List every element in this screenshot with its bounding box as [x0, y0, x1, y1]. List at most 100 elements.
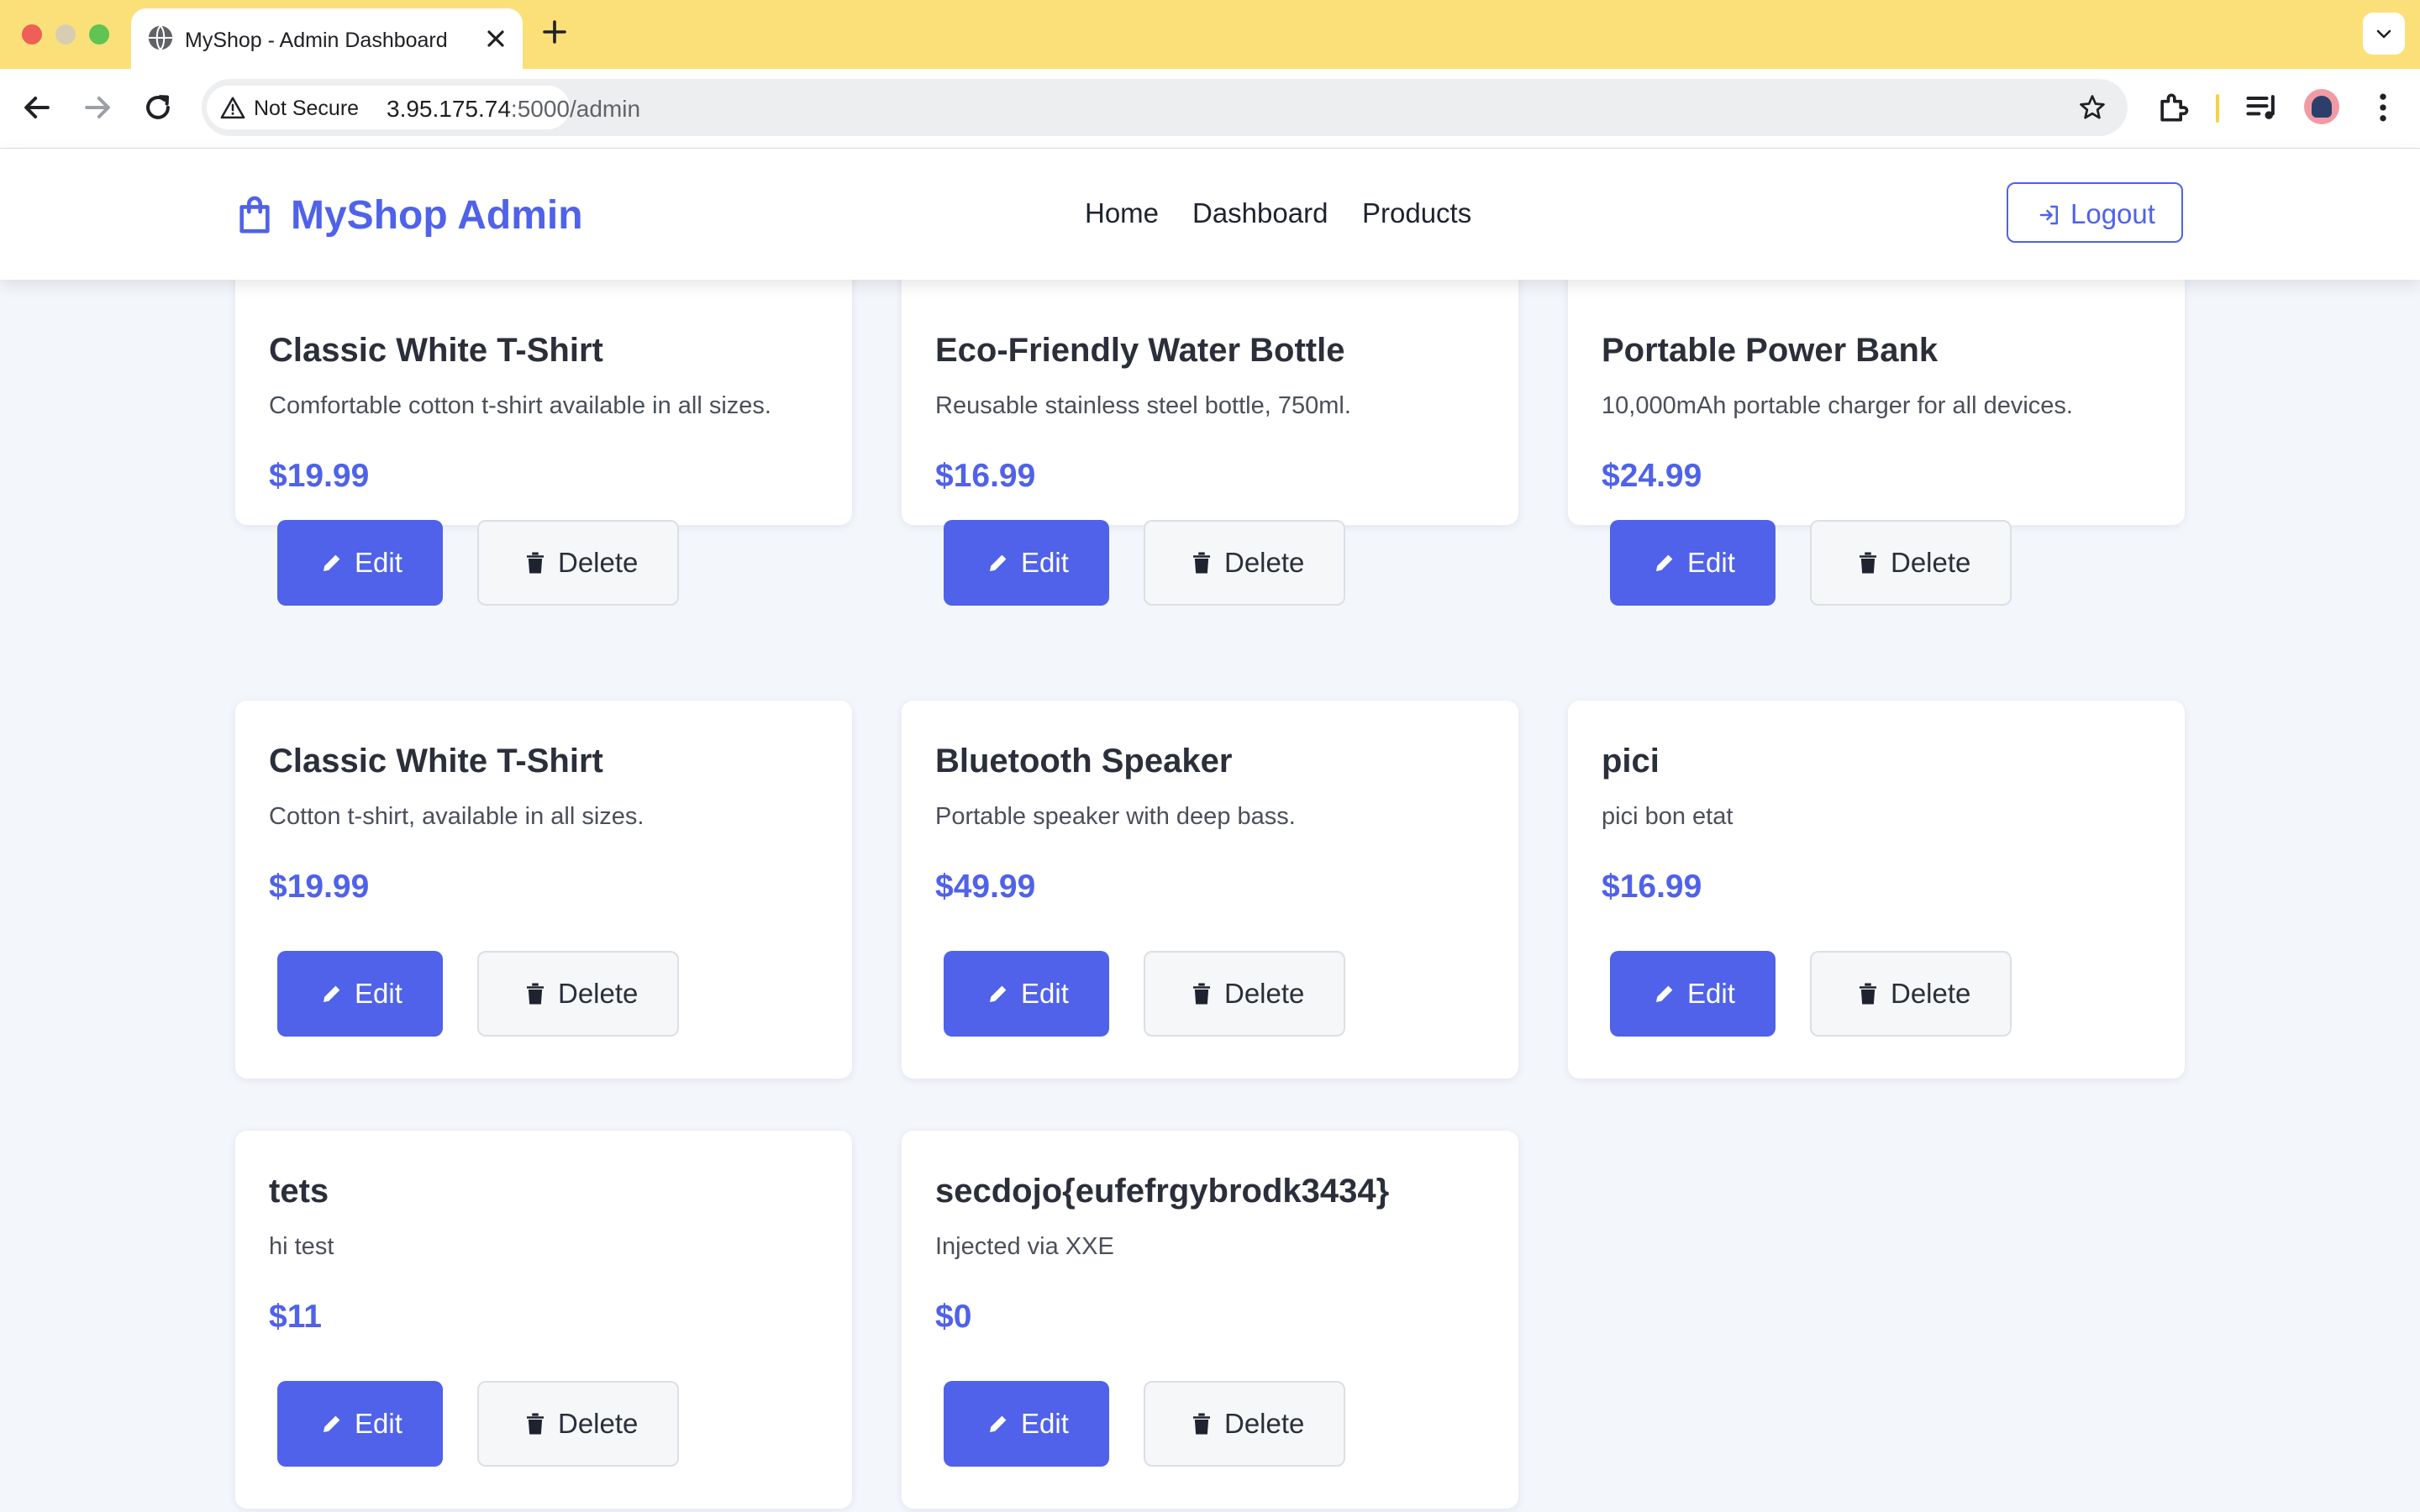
address-bar[interactable]: Not Secure 3.95.175.74:5000/admin [202, 79, 2128, 136]
edit-label: Edit [1687, 547, 1735, 578]
delete-label: Delete [1224, 978, 1305, 1009]
window-close-control[interactable] [22, 24, 42, 45]
product-price: $16.99 [1602, 869, 1702, 905]
delete-button[interactable]: Delete [477, 951, 679, 1037]
edit-button[interactable]: Edit [944, 1381, 1109, 1467]
product-name: Bluetooth Speaker [935, 743, 1233, 780]
edit-label: Edit [1021, 547, 1069, 578]
shopping-bag-icon [239, 196, 270, 234]
pencil-icon [324, 554, 340, 571]
star-icon[interactable] [2077, 92, 2107, 123]
trash-icon [1193, 983, 1210, 1005]
close-icon[interactable] [482, 25, 509, 52]
tab-title: MyShop - Admin Dashboard [185, 29, 448, 52]
delete-button[interactable]: Delete [1810, 951, 2012, 1037]
product-name: Classic White T-Shirt [269, 743, 603, 780]
trash-icon [1860, 552, 1876, 574]
forward-icon[interactable] [79, 89, 116, 126]
delete-button[interactable]: Delete [1144, 1381, 1345, 1467]
back-icon[interactable] [18, 89, 55, 126]
app-header: MyShop Admin Home Dashboard Products Log… [0, 149, 2420, 280]
delete-button[interactable]: Delete [1144, 520, 1345, 606]
brand-name: MyShop Admin [291, 193, 583, 238]
edit-button[interactable]: Edit [944, 520, 1109, 606]
logout-button[interactable]: Logout [2007, 182, 2183, 243]
pencil-icon [1656, 554, 1673, 571]
browser-tab-strip: MyShop - Admin Dashboard [0, 0, 2420, 69]
nav-home[interactable]: Home [1085, 197, 1159, 229]
delete-label: Delete [1224, 547, 1305, 578]
product-description: Injected via XXE [935, 1233, 1114, 1260]
product-card: pici pici bon etat $16.99 Edit Delete [1568, 701, 2185, 1079]
delete-button[interactable]: Delete [477, 1381, 679, 1467]
product-price: $11 [269, 1299, 322, 1335]
edit-button[interactable]: Edit [1610, 520, 1776, 606]
product-name: Portable Power Bank [1602, 332, 1939, 369]
plus-icon[interactable] [539, 17, 570, 47]
trash-icon [527, 552, 544, 574]
product-grid: Classic White T-Shirt Comfortable cotton… [0, 280, 2420, 1512]
product-description: Cotton t-shirt, available in all sizes. [269, 803, 644, 830]
browser-tab-active[interactable]: MyShop - Admin Dashboard [131, 8, 523, 69]
extensions-icon[interactable] [2154, 89, 2191, 126]
product-description: Reusable stainless steel bottle, 750ml. [935, 392, 1351, 419]
delete-label: Delete [1891, 978, 1971, 1009]
delete-label: Delete [558, 1408, 639, 1439]
url-path: :5000/admin [510, 96, 641, 122]
edit-label: Edit [1021, 978, 1069, 1009]
url-text[interactable]: 3.95.175.74:5000/admin [387, 96, 640, 123]
delete-label: Delete [558, 978, 639, 1009]
security-chip-label: Not Secure [254, 97, 360, 120]
edit-button[interactable]: Edit [277, 951, 443, 1037]
nav-dashboard[interactable]: Dashboard [1192, 197, 1328, 229]
edit-button[interactable]: Edit [277, 520, 443, 606]
warning-icon [220, 97, 245, 119]
product-description: Portable speaker with deep bass. [935, 803, 1296, 830]
product-name: Classic White T-Shirt [269, 332, 603, 369]
trash-icon [527, 1413, 544, 1435]
delete-button[interactable]: Delete [1810, 520, 2012, 606]
delete-label: Delete [558, 547, 639, 578]
edit-button[interactable]: Edit [277, 1381, 443, 1467]
chevron-down-icon [2376, 29, 2391, 39]
url-host: 3.95.175.74 [387, 96, 511, 122]
product-name: secdojo{eufefrgybrodk3434} [935, 1173, 1390, 1210]
tab-search-button[interactable] [2363, 13, 2405, 55]
edit-label: Edit [355, 978, 402, 1009]
delete-button[interactable]: Delete [477, 520, 679, 606]
window-minimize-control[interactable] [55, 24, 76, 45]
profile-avatar[interactable] [2304, 89, 2339, 124]
pencil-icon [990, 1415, 1007, 1432]
trash-icon [1860, 983, 1876, 1005]
product-description: Comfortable cotton t-shirt available in … [269, 392, 771, 419]
product-price: $24.99 [1602, 458, 1702, 494]
nav-products[interactable]: Products [1362, 197, 1471, 229]
menu-icon[interactable] [2365, 89, 2402, 126]
trash-icon [1193, 552, 1210, 574]
product-card: secdojo{eufefrgybrodk3434} Injected via … [902, 1131, 1518, 1509]
edit-label: Edit [1687, 978, 1735, 1009]
reload-icon[interactable] [139, 89, 176, 126]
product-card: tets hi test $11 Edit Delete [235, 1131, 852, 1509]
product-description: 10,000mAh portable charger for all devic… [1602, 392, 2073, 419]
edit-label: Edit [1021, 1408, 1069, 1439]
pencil-icon [324, 1415, 340, 1432]
product-price: $16.99 [935, 458, 1036, 494]
pencil-icon [1656, 985, 1673, 1002]
window-maximize-control[interactable] [89, 24, 109, 45]
browser-toolbar: Not Secure 3.95.175.74:5000/admin [0, 69, 2420, 149]
delete-label: Delete [1891, 547, 1971, 578]
product-name: tets [269, 1173, 329, 1210]
edit-button[interactable]: Edit [1610, 951, 1776, 1037]
edit-button[interactable]: Edit [944, 951, 1109, 1037]
trash-icon [1193, 1413, 1210, 1435]
delete-button[interactable]: Delete [1144, 951, 1345, 1037]
trash-icon [527, 983, 544, 1005]
toolbar-divider [2216, 94, 2219, 123]
media-icon[interactable] [2244, 89, 2281, 126]
product-price: $19.99 [269, 869, 370, 905]
product-card: Bluetooth Speaker Portable speaker with … [902, 701, 1518, 1079]
edit-label: Edit [355, 1408, 402, 1439]
product-card: Eco-Friendly Water Bottle Reusable stain… [902, 280, 1518, 606]
logout-icon [2039, 205, 2058, 225]
